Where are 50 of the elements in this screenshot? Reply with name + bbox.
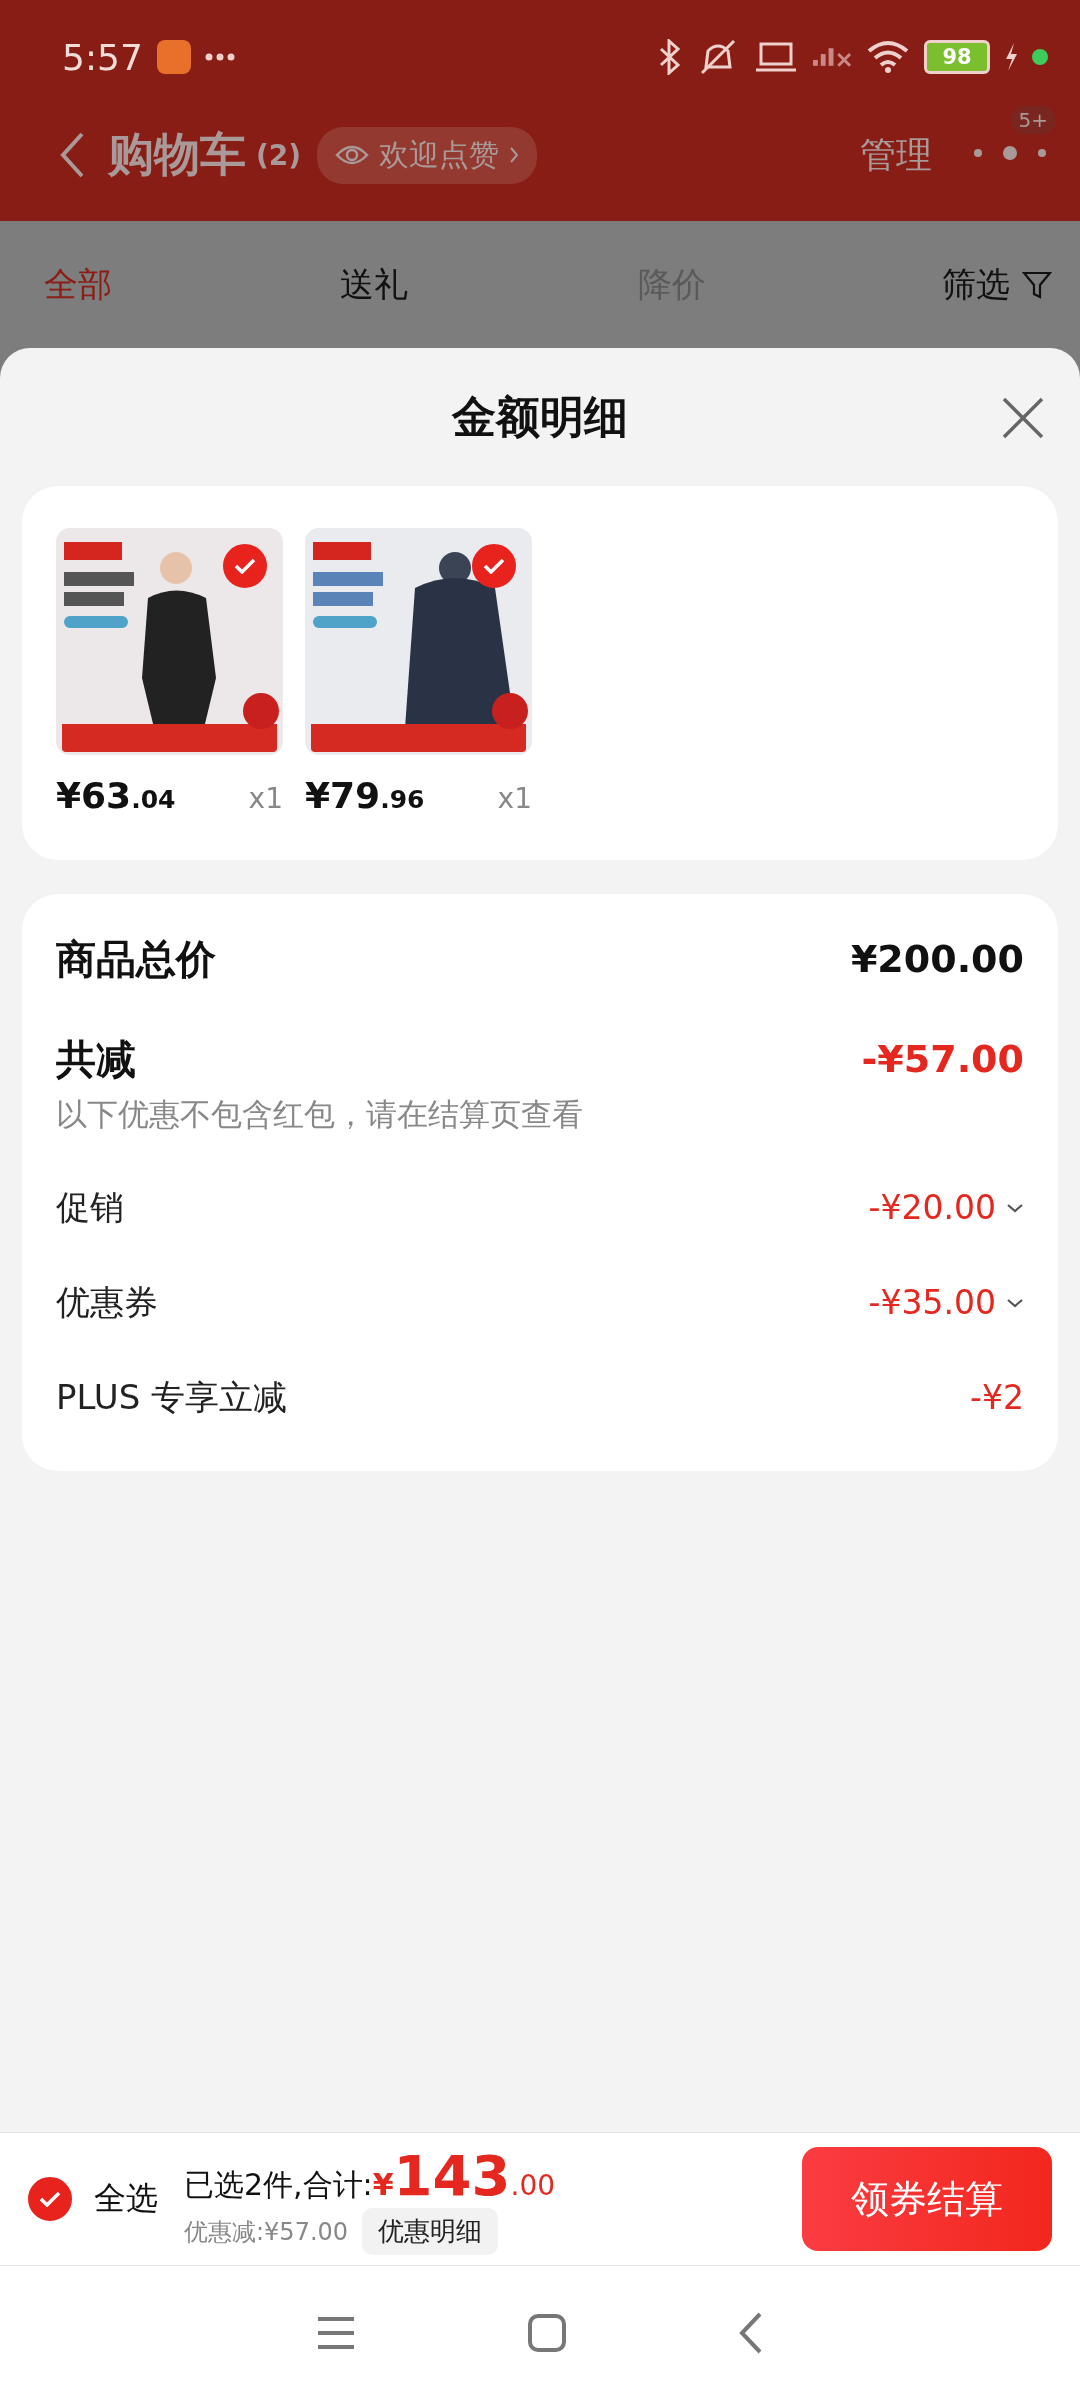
select-all-checkbox[interactable]: 全选 <box>28 2177 158 2221</box>
more-notifications-icon <box>204 53 235 61</box>
discount-item-label: 促销 <box>56 1185 124 1229</box>
check-icon <box>28 2177 72 2221</box>
status-time: 5:57 <box>62 36 143 78</box>
discount-label: 共减 <box>56 1034 136 1084</box>
discount-item-label: 优惠券 <box>56 1280 158 1324</box>
discount-item-value: -¥20.00 <box>868 1188 996 1227</box>
select-all-label: 全选 <box>94 2178 158 2219</box>
saving-text: 优惠减:¥57.00 <box>184 2216 349 2248</box>
product-quantity: x1 <box>497 782 532 815</box>
chevron-right-icon <box>509 146 520 164</box>
bluetooth-icon <box>658 39 682 75</box>
product-price: ¥79.96 <box>305 775 425 816</box>
manage-button[interactable]: 管理 <box>860 130 932 180</box>
sheet-title: 金额明细 <box>452 389 628 444</box>
back-icon[interactable] <box>58 130 86 180</box>
chevron-down-icon[interactable] <box>1006 1297 1024 1308</box>
status-dot <box>1032 49 1048 65</box>
item-count: (2) <box>256 138 302 172</box>
menu-icon[interactable] <box>315 2315 356 2351</box>
wifi-icon <box>866 39 910 75</box>
page-title: 购物车 <box>108 126 246 183</box>
selected-summary: 已选2件,合计: <box>184 2166 373 2204</box>
chevron-down-icon[interactable] <box>1006 1202 1024 1213</box>
tab[interactable]: 送礼 <box>340 262 638 308</box>
battery-icon: 98 <box>924 40 990 74</box>
like-button[interactable]: 欢迎点赞 <box>317 126 538 184</box>
product-price: ¥63.04 <box>56 775 176 816</box>
total-label: 商品总价 <box>56 934 216 984</box>
filter-icon <box>1022 270 1052 300</box>
discount-note: 以下优惠不包含红包，请在结算页查看 <box>56 1095 584 1134</box>
discount-value: -¥57.00 <box>861 1037 1024 1081</box>
discount-item-label: PLUS 专享立减 <box>56 1375 288 1419</box>
close-icon[interactable] <box>1001 396 1045 440</box>
signal-icon <box>812 47 852 67</box>
total-price: ¥143.00 <box>372 2143 556 2208</box>
checkout-button[interactable]: 领券结算 <box>802 2147 1052 2251</box>
filter-button[interactable]: 筛选 <box>942 262 1052 308</box>
total-value: ¥200.00 <box>850 937 1024 981</box>
discount-item-value: -¥2 <box>970 1378 1024 1417</box>
app-icon <box>156 40 191 74</box>
notification-badge: 5+ <box>1010 106 1056 134</box>
product-quantity: x1 <box>248 782 283 815</box>
tab[interactable]: 全部 <box>44 262 340 308</box>
discount-detail-button[interactable]: 优惠明细 <box>362 2208 499 2255</box>
discount-item-value: -¥35.00 <box>868 1283 996 1322</box>
eye-icon <box>335 143 370 167</box>
charging-icon <box>1004 42 1018 72</box>
home-icon[interactable] <box>527 2313 567 2353</box>
